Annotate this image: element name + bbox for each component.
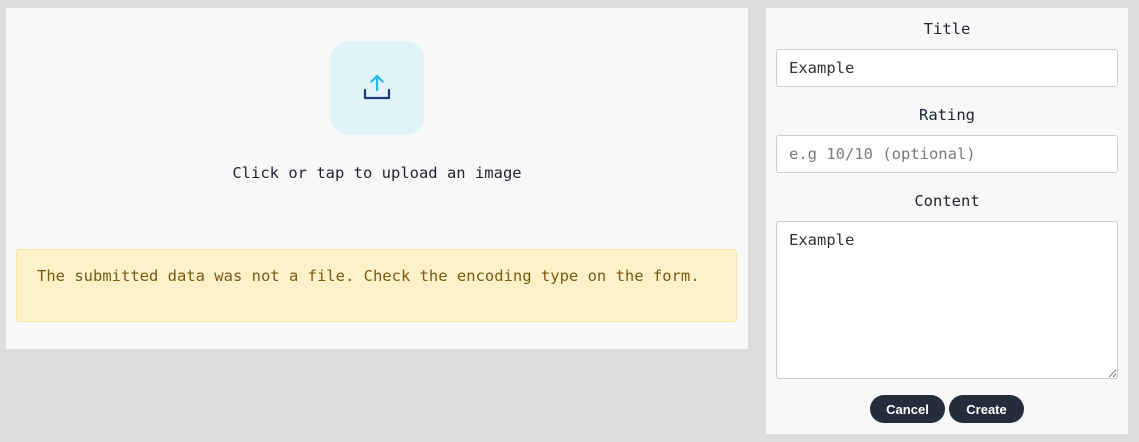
title-input[interactable] [776,49,1118,87]
upload-prompt[interactable]: Click or tap to upload an image [6,164,748,182]
form-panel: Title Rating Content Example Cancel Crea… [766,8,1128,434]
image-upload-dropzone[interactable]: Click or tap to upload an image [6,8,748,238]
upload-icon-box[interactable] [330,41,424,135]
upload-panel: Click or tap to upload an image The subm… [6,8,748,349]
rating-label: Rating [919,106,975,124]
content-textarea[interactable]: Example [776,221,1118,379]
error-alert: The submitted data was not a file. Check… [16,249,737,322]
cancel-button[interactable]: Cancel [870,395,945,423]
title-label: Title [923,20,971,38]
error-message: The submitted data was not a file. Check… [37,267,700,285]
content-label: Content [914,192,980,210]
rating-input[interactable] [776,135,1118,173]
create-button[interactable]: Create [949,395,1024,423]
upload-icon [363,74,391,100]
